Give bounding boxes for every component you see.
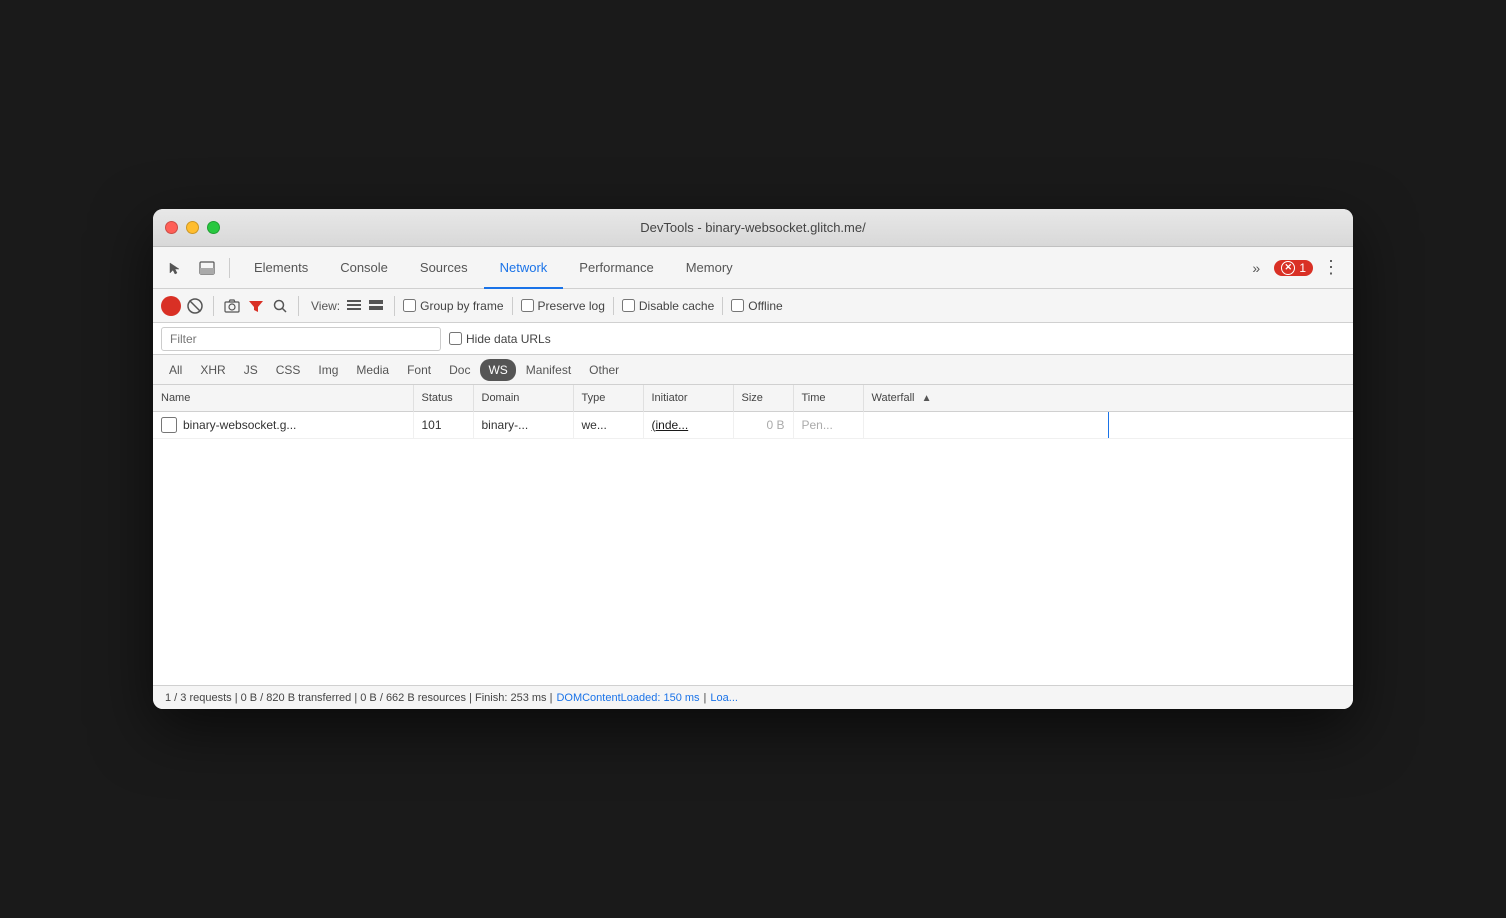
- dock-icon[interactable]: [193, 254, 221, 282]
- filter-input-container: [161, 327, 441, 351]
- cell-name: binary-websocket.g...: [153, 411, 413, 438]
- cell-initiator: (inde...: [643, 411, 733, 438]
- toolbar-divider-2: [213, 296, 214, 316]
- col-header-time[interactable]: Time: [793, 385, 863, 411]
- filter-icon[interactable]: [246, 296, 266, 316]
- tabs-container: Elements Console Sources Network Perform…: [238, 247, 1238, 289]
- tab-sources[interactable]: Sources: [404, 247, 484, 289]
- type-filter-all[interactable]: All: [161, 359, 190, 381]
- type-filter-other[interactable]: Other: [581, 359, 627, 381]
- view-label: View:: [311, 299, 340, 313]
- dom-content-loaded-text[interactable]: DOMContentLoaded: 150 ms: [556, 692, 699, 704]
- toolbar-divider-4: [394, 296, 395, 316]
- preserve-log-label[interactable]: Preserve log: [521, 299, 605, 313]
- hide-data-urls-checkbox[interactable]: [449, 332, 462, 345]
- table-container[interactable]: Name Status Domain Type Initiator: [153, 385, 1353, 685]
- error-count: 1: [1299, 261, 1306, 275]
- close-button[interactable]: [165, 221, 178, 234]
- cell-type: we...: [573, 411, 643, 438]
- tab-network[interactable]: Network: [484, 247, 564, 289]
- preserve-log-checkbox[interactable]: [521, 299, 534, 312]
- cell-domain: binary-...: [473, 411, 573, 438]
- col-header-type[interactable]: Type: [573, 385, 643, 411]
- search-icon[interactable]: [270, 296, 290, 316]
- disable-cache-label[interactable]: Disable cache: [622, 299, 714, 313]
- list-view-button[interactable]: [344, 296, 364, 316]
- toolbar-right: » ✕ 1 ⋮: [1242, 254, 1345, 282]
- main-toolbar: Elements Console Sources Network Perform…: [153, 247, 1353, 289]
- status-text: 1 / 3 requests | 0 B / 820 B transferred…: [165, 692, 552, 704]
- tab-console[interactable]: Console: [324, 247, 404, 289]
- table-row[interactable]: binary-websocket.g... 101 binary-... we.…: [153, 411, 1353, 438]
- col-header-size[interactable]: Size: [733, 385, 793, 411]
- traffic-lights: [165, 221, 220, 234]
- error-icon: ✕: [1281, 261, 1295, 275]
- camera-icon[interactable]: [222, 296, 242, 316]
- type-filter-img[interactable]: Img: [310, 359, 346, 381]
- kebab-menu-button[interactable]: ⋮: [1317, 254, 1345, 282]
- cell-status: 101: [413, 411, 473, 438]
- status-separator: |: [704, 692, 707, 704]
- type-filter-css[interactable]: CSS: [268, 359, 309, 381]
- col-header-domain[interactable]: Domain: [473, 385, 573, 411]
- devtools-window: DevTools - binary-websocket.glitch.me/ E…: [153, 209, 1353, 709]
- col-header-waterfall[interactable]: Waterfall ▲: [863, 385, 1353, 411]
- cell-waterfall: [863, 411, 1353, 438]
- filter-input[interactable]: [161, 327, 441, 351]
- row-checkbox[interactable]: [161, 417, 177, 433]
- tab-memory[interactable]: Memory: [670, 247, 749, 289]
- clear-button[interactable]: [185, 296, 205, 316]
- toolbar-divider-1: [229, 258, 230, 278]
- type-filter-bar: All XHR JS CSS Img Media Font Doc WS Man…: [153, 355, 1353, 385]
- large-rows-button[interactable]: [366, 296, 386, 316]
- cursor-icon[interactable]: [161, 254, 189, 282]
- type-filter-doc[interactable]: Doc: [441, 359, 478, 381]
- window-title: DevTools - binary-websocket.glitch.me/: [640, 220, 865, 235]
- network-toolbar: View: Group by frame: [153, 289, 1353, 323]
- type-filter-js[interactable]: JS: [236, 359, 266, 381]
- network-table: Name Status Domain Type Initiator: [153, 385, 1353, 439]
- record-button[interactable]: [161, 296, 181, 316]
- col-header-name[interactable]: Name: [153, 385, 413, 411]
- type-filter-manifest[interactable]: Manifest: [518, 359, 579, 381]
- more-tabs-button[interactable]: »: [1242, 254, 1270, 282]
- col-header-status[interactable]: Status: [413, 385, 473, 411]
- cell-size: 0 B: [733, 411, 793, 438]
- disable-cache-checkbox[interactable]: [622, 299, 635, 312]
- load-text[interactable]: Loa...: [710, 692, 738, 704]
- net-divider-1: [512, 297, 513, 315]
- cell-time: Pen...: [793, 411, 863, 438]
- sort-arrow-icon: ▲: [922, 393, 932, 404]
- waterfall-line: [1108, 412, 1109, 438]
- maximize-button[interactable]: [207, 221, 220, 234]
- tab-elements[interactable]: Elements: [238, 247, 324, 289]
- col-header-initiator[interactable]: Initiator: [643, 385, 733, 411]
- table-area: Name Status Domain Type Initiator: [153, 385, 1353, 685]
- net-divider-2: [613, 297, 614, 315]
- title-bar: DevTools - binary-websocket.glitch.me/: [153, 209, 1353, 247]
- status-bar: 1 / 3 requests | 0 B / 820 B transferred…: [153, 685, 1353, 709]
- table-header-row: Name Status Domain Type Initiator: [153, 385, 1353, 411]
- view-icons: [344, 296, 386, 316]
- group-by-frame-checkbox[interactable]: [403, 299, 416, 312]
- type-filter-xhr[interactable]: XHR: [192, 359, 233, 381]
- group-by-frame-label[interactable]: Group by frame: [403, 299, 503, 313]
- toolbar-divider-3: [298, 296, 299, 316]
- type-filter-media[interactable]: Media: [348, 359, 397, 381]
- net-divider-3: [722, 297, 723, 315]
- tab-performance[interactable]: Performance: [563, 247, 669, 289]
- type-filter-ws[interactable]: WS: [480, 359, 515, 381]
- offline-checkbox[interactable]: [731, 299, 744, 312]
- error-badge[interactable]: ✕ 1: [1274, 260, 1313, 276]
- minimize-button[interactable]: [186, 221, 199, 234]
- filter-bar: Hide data URLs: [153, 323, 1353, 355]
- type-filter-font[interactable]: Font: [399, 359, 439, 381]
- offline-label[interactable]: Offline: [731, 299, 782, 313]
- hide-data-urls-label[interactable]: Hide data URLs: [449, 332, 551, 346]
